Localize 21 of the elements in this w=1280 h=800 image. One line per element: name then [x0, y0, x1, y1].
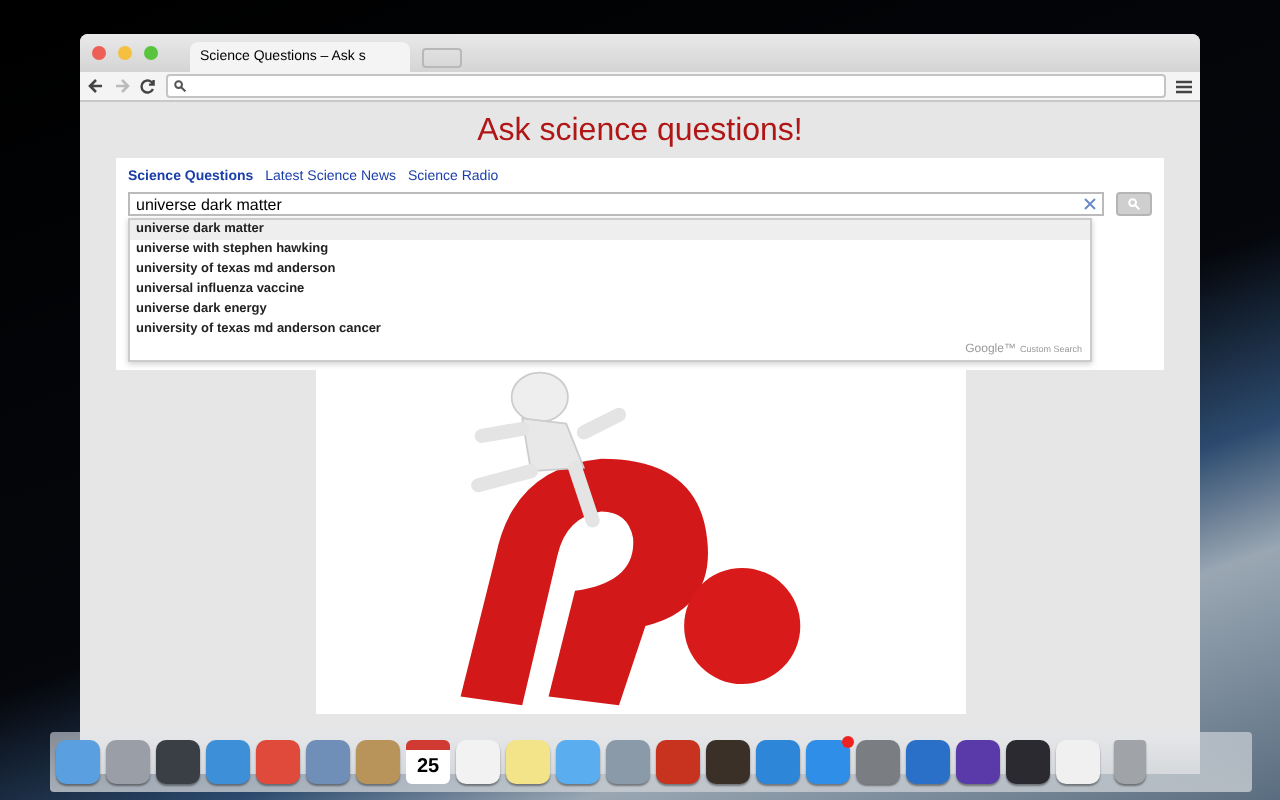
- address-bar[interactable]: [166, 74, 1166, 98]
- calendar-icon[interactable]: 25: [406, 740, 450, 784]
- search-icon: [174, 80, 186, 92]
- search-icon: [1128, 198, 1140, 210]
- menu-icon[interactable]: [1176, 79, 1192, 93]
- back-icon[interactable]: [88, 78, 104, 94]
- app-icon[interactable]: [1006, 740, 1050, 784]
- close-icon[interactable]: [92, 46, 106, 60]
- trash-icon[interactable]: [1114, 740, 1146, 784]
- minimize-icon[interactable]: [118, 46, 132, 60]
- search-button[interactable]: [1116, 192, 1152, 216]
- new-tab-button[interactable]: [422, 48, 462, 68]
- app-icon[interactable]: [706, 740, 750, 784]
- app-icon[interactable]: [156, 740, 200, 784]
- clear-icon[interactable]: [1084, 198, 1096, 210]
- page-heading: Ask science questions!: [477, 114, 803, 150]
- forward-icon[interactable]: [114, 78, 130, 94]
- search-field[interactable]: universe dark matter: [128, 192, 1104, 216]
- maximize-icon[interactable]: [144, 46, 158, 60]
- app-icon[interactable]: [956, 740, 1000, 784]
- reload-icon[interactable]: [140, 78, 156, 94]
